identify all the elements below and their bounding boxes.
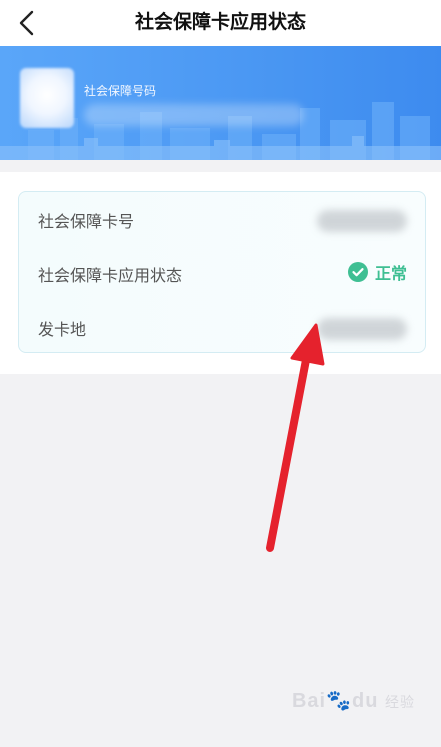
profile-banner: 社会保障号码: [0, 46, 441, 160]
card-number-masked-value: [317, 210, 407, 232]
card-info-panel: 社会保障卡号 社会保障卡应用状态 正常 发卡地: [18, 191, 426, 353]
social-security-number-masked: [84, 104, 304, 126]
row-application-status: 社会保障卡应用状态 正常: [19, 246, 425, 300]
social-security-number-label: 社会保障号码: [84, 84, 157, 98]
issuing-place-masked-value: [317, 318, 407, 340]
row-issuing-place: 发卡地: [19, 300, 425, 354]
row-card-number: 社会保障卡号: [19, 192, 425, 246]
page-title: 社会保障卡应用状态: [134, 11, 306, 33]
issuing-place-label: 发卡地: [38, 320, 87, 339]
check-circle-icon: [347, 262, 368, 282]
card-number-label: 社会保障卡号: [38, 212, 135, 231]
application-status-label: 社会保障卡应用状态: [38, 266, 183, 285]
status-badge: 正常: [347, 260, 407, 284]
nav-bar: 社会保障卡应用状态: [0, 0, 441, 46]
baidu-jingyan-watermark: Bai🐾du 经验: [291, 690, 415, 712]
status-text: 正常: [374, 264, 407, 283]
avatar: [20, 68, 74, 128]
